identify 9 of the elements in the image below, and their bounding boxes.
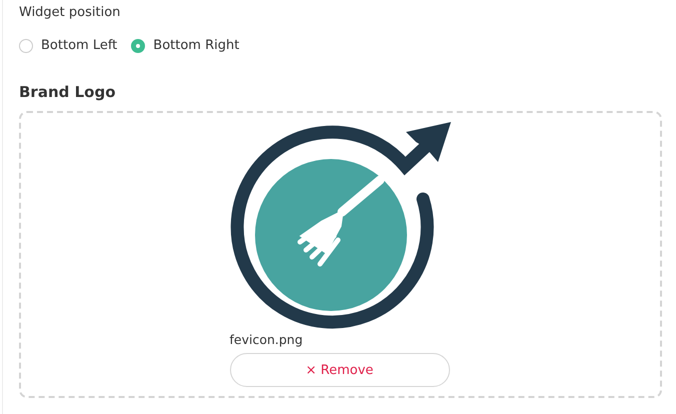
- file-name: fevicon.png: [230, 332, 303, 347]
- radio-button[interactable]: [19, 38, 33, 52]
- radio-option[interactable]: Bottom Left: [19, 38, 118, 53]
- radio-option[interactable]: Bottom Right: [131, 38, 240, 53]
- section-title: Brand Logo: [19, 83, 116, 101]
- radio-button[interactable]: [131, 38, 146, 52]
- remove-button[interactable]: × Remove: [230, 353, 450, 387]
- upload-area[interactable]: fevicon.png × Remove: [19, 111, 662, 398]
- field-label: Widget position: [19, 4, 120, 22]
